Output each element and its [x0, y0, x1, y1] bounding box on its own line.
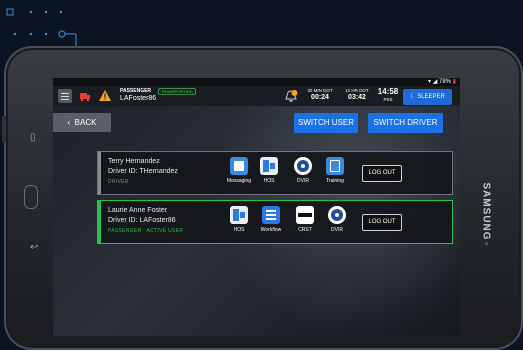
driver-id: Driver ID: LAFoster86: [108, 217, 176, 224]
app-hos[interactable]: HOS: [226, 206, 252, 233]
app-label: Messaging: [226, 178, 252, 184]
status-pill: TRANSPORTING: [158, 88, 196, 95]
dvir-icon: [328, 206, 346, 224]
wifi-icon: ▾ ◢: [428, 79, 438, 85]
crst-logo-icon: [296, 206, 314, 224]
notification-bell-icon[interactable]: [284, 90, 298, 103]
volume-button: [2, 116, 6, 142]
warning-icon[interactable]: [99, 90, 111, 102]
dot-11-hr-timer: 11 HR DOT 03:42: [341, 88, 373, 102]
card-status-bar: [98, 201, 101, 243]
chevron-left-icon: ‹: [67, 118, 71, 127]
back-key-icon[interactable]: ↩: [30, 242, 38, 253]
dot-30-min-value: 00:24: [311, 94, 329, 101]
app-hos[interactable]: HOS: [256, 157, 282, 184]
logout-button[interactable]: LOG OUT: [362, 165, 402, 182]
sleeper-button[interactable]: ☾ SLEEPER: [403, 89, 452, 105]
back-label: BACK: [74, 118, 97, 127]
driver-id: Driver ID: THernandez: [108, 168, 178, 175]
app-training[interactable]: Training: [322, 157, 348, 184]
app-crst[interactable]: CRST: [292, 206, 318, 233]
username: LAFoster86: [120, 95, 157, 102]
sleeper-label: SLEEPER: [417, 94, 445, 100]
driver-card: Terry Hernandez Driver ID: THernandez DR…: [97, 151, 453, 195]
app-dvir[interactable]: DVIR: [290, 157, 316, 184]
status-bar: ▾ ◢ 78% ▮: [53, 78, 460, 86]
driver-role: PASSENGER - ACTIVE USER: [108, 228, 184, 234]
driver-card-active: Laurie Anne Foster Driver ID: LAFoster86…: [97, 200, 453, 244]
driver-name: Terry Hernandez: [108, 158, 160, 165]
tablet-brand: SAMSUNG: [480, 182, 492, 241]
driver-name: Laurie Anne Foster: [108, 207, 168, 214]
home-button[interactable]: [24, 185, 38, 209]
workflow-icon: [262, 206, 280, 224]
dot-11-hr-value: 03:42: [348, 94, 366, 101]
training-icon: [326, 157, 344, 175]
moon-icon: ☾: [410, 94, 416, 100]
role-label: PASSENGER: [120, 88, 152, 94]
app-workflow[interactable]: Workflow: [258, 206, 284, 233]
battery-level: 78%: [439, 79, 452, 85]
app-label: CRST: [298, 227, 312, 233]
app-label: DVIR: [331, 227, 343, 233]
app-label: HOS: [263, 178, 275, 184]
app-screen: ▾ ◢ 78% ▮ PASSENGER TRANSPORTING LAFoste…: [53, 78, 460, 336]
app-label: Workflow: [260, 227, 282, 233]
clock: 14:58 PSS: [375, 87, 401, 103]
hos-icon: [260, 157, 278, 175]
back-button[interactable]: ‹ BACK: [53, 113, 111, 132]
app-label: HOS: [233, 227, 245, 233]
switch-driver-button[interactable]: SWITCH DRIVER: [368, 113, 443, 133]
dvir-icon: [294, 157, 312, 175]
sensor-dot: [485, 242, 488, 245]
driver-role: DRIVER: [108, 179, 129, 185]
battery-icon: ▮: [452, 79, 456, 85]
app-label: DVIR: [297, 178, 309, 184]
app-label: Training: [326, 178, 344, 184]
app-dvir[interactable]: DVIR: [324, 206, 350, 233]
messaging-icon: [230, 157, 248, 175]
logout-button[interactable]: LOG OUT: [362, 214, 402, 231]
switch-user-button[interactable]: SWITCH USER: [294, 113, 358, 133]
clock-time: 14:58: [377, 87, 399, 96]
hos-icon: [230, 206, 248, 224]
recent-apps-icon[interactable]: ▯: [30, 132, 36, 143]
dot-30-min-timer: 30 MIN DOT 00:24: [303, 88, 337, 102]
card-status-bar: [98, 152, 101, 194]
top-bar: PASSENGER TRANSPORTING LAFoster86 30 MIN…: [53, 86, 460, 106]
clock-zone: PSS: [383, 97, 393, 102]
truck-alert-icon[interactable]: [79, 90, 91, 102]
menu-button[interactable]: [58, 89, 72, 103]
app-messaging[interactable]: Messaging: [226, 157, 252, 184]
